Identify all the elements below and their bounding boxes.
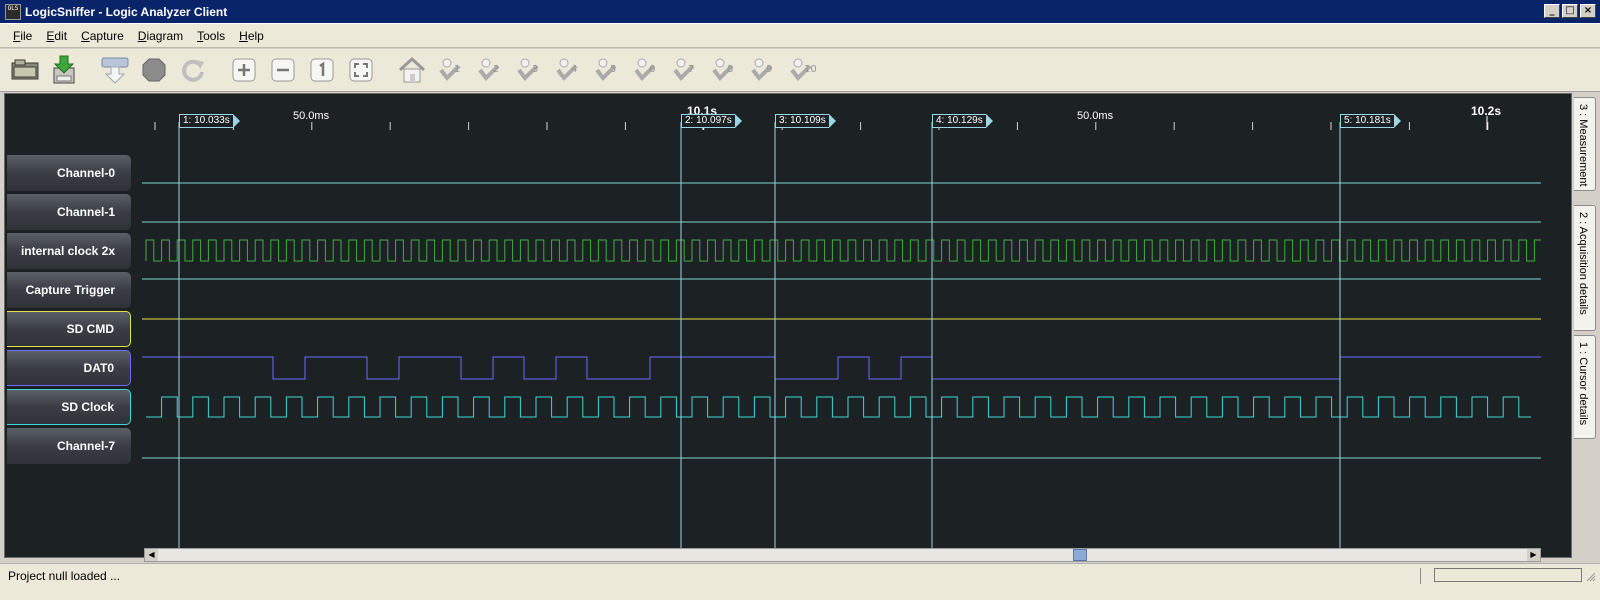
channel-label-dat0[interactable]: DAT0 xyxy=(7,350,131,386)
open-icon[interactable] xyxy=(8,53,42,87)
progress-bar xyxy=(1434,568,1582,582)
horizontal-scrollbar[interactable]: ◀ ▶ xyxy=(144,548,1541,562)
goto-cursor-8-icon[interactable]: 8 xyxy=(707,53,741,87)
menu-help[interactable]: Help xyxy=(232,29,271,43)
side-tab-strip: 3 : Measurement 2 : Acquisition details … xyxy=(1573,93,1600,558)
close-icon[interactable]: × xyxy=(1580,4,1596,18)
cursor-flag-2[interactable]: 2: 10.097s xyxy=(681,114,742,128)
svg-text:7: 7 xyxy=(688,64,694,75)
cursor-flag-4[interactable]: 4: 10.129s xyxy=(932,114,993,128)
scroll-left-icon[interactable]: ◀ xyxy=(145,549,158,561)
channel-label-sd-clock[interactable]: SD Clock xyxy=(7,389,131,425)
goto-cursor-5-icon[interactable]: 5 xyxy=(590,53,624,87)
sd-clock-signal xyxy=(146,396,1531,418)
menu-bar: File Edit Capture Diagram Tools Help xyxy=(0,24,1600,48)
goto-cursor-9-icon[interactable]: 9 xyxy=(746,53,780,87)
goto-cursor-7-icon[interactable]: 7 xyxy=(668,53,702,87)
cursor-flag-3[interactable]: 3: 10.109s xyxy=(775,114,836,128)
scrollbar-thumb[interactable] xyxy=(1073,549,1087,561)
menu-edit[interactable]: Edit xyxy=(39,29,74,43)
svg-text:3: 3 xyxy=(532,64,538,75)
waveform-canvas[interactable] xyxy=(5,94,1572,558)
ruler-label: 10.2s xyxy=(1471,104,1502,118)
resize-grip-icon[interactable] xyxy=(1586,572,1596,582)
svg-text:1: 1 xyxy=(454,64,460,75)
cursor-flag-5[interactable]: 5: 10.181s xyxy=(1340,114,1401,128)
goto-cursor-10-icon[interactable]: 10 xyxy=(785,53,819,87)
goto-cursor-6-icon[interactable]: 6 xyxy=(629,53,663,87)
toolbar: 1 2 3 4 5 6 7 8 9 10 xyxy=(0,49,1600,92)
svg-text:9: 9 xyxy=(766,64,772,75)
stop-icon[interactable] xyxy=(137,53,171,87)
zoom-out-icon[interactable] xyxy=(266,53,300,87)
svg-text:5: 5 xyxy=(610,64,616,75)
goto-cursor-1-icon[interactable]: 1 xyxy=(434,53,468,87)
channel-label-channel-7[interactable]: Channel-7 xyxy=(7,428,131,464)
svg-text:6: 6 xyxy=(649,64,655,75)
goto-cursor-2-icon[interactable]: 2 xyxy=(473,53,507,87)
title-bar: OLS LogicSniffer - Logic Analyzer Client… xyxy=(0,0,1600,24)
tab-acquisition-details[interactable]: 2 : Acquisition details xyxy=(1574,205,1596,331)
status-text: Project null loaded ... xyxy=(8,569,121,583)
tab-measurement[interactable]: 3 : Measurement xyxy=(1574,97,1596,191)
dat0-signal xyxy=(142,356,1541,380)
ruler-label: 50.0ms xyxy=(293,110,330,122)
cursor-flag-1[interactable]: 1: 10.033s xyxy=(179,114,240,128)
channel-label-sd-cmd[interactable]: SD CMD xyxy=(7,311,131,347)
status-separator xyxy=(1420,568,1421,584)
channel-label-capture-trigger[interactable]: Capture Trigger xyxy=(7,272,131,308)
menu-diagram[interactable]: Diagram xyxy=(131,29,190,43)
status-bar: Project null loaded ... xyxy=(0,563,1600,600)
svg-text:8: 8 xyxy=(727,64,733,75)
svg-text:2: 2 xyxy=(493,64,499,75)
maximize-icon[interactable]: □ xyxy=(1562,4,1578,18)
signal-diagram[interactable]: 50.0ms 10.1s 50.0ms 10.2s 1: 10.033s 2: … xyxy=(4,93,1572,558)
goto-cursor-3-icon[interactable]: 3 xyxy=(512,53,546,87)
channel-label-channel-1[interactable]: Channel-1 xyxy=(7,194,131,230)
app-icon: OLS xyxy=(5,3,21,20)
svg-text:10: 10 xyxy=(804,64,817,75)
capture-icon[interactable] xyxy=(98,53,132,87)
tab-cursor-details[interactable]: 1 : Cursor details xyxy=(1574,335,1596,439)
menu-capture[interactable]: Capture xyxy=(74,29,131,43)
ruler-label: 50.0ms xyxy=(1077,110,1114,122)
home-icon[interactable] xyxy=(395,53,429,87)
channel-label-channel-0[interactable]: Channel-0 xyxy=(7,155,131,191)
repeat-capture-icon[interactable] xyxy=(176,53,210,87)
zoom-in-icon[interactable] xyxy=(227,53,261,87)
scroll-right-icon[interactable]: ▶ xyxy=(1527,549,1540,561)
svg-text:4: 4 xyxy=(571,64,577,75)
goto-cursor-4-icon[interactable]: 4 xyxy=(551,53,585,87)
window-title: LogicSniffer - Logic Analyzer Client xyxy=(25,4,228,19)
menu-tools[interactable]: Tools xyxy=(190,29,232,43)
zoom-fit-icon[interactable] xyxy=(344,53,378,87)
internal-clock-signal xyxy=(145,239,1541,262)
zoom-original-icon[interactable] xyxy=(305,53,339,87)
channel-label-internal-clock[interactable]: internal clock 2x xyxy=(7,233,131,269)
minimize-icon[interactable]: _ xyxy=(1544,4,1560,18)
menu-file[interactable]: File xyxy=(6,29,39,43)
save-icon[interactable] xyxy=(47,53,81,87)
